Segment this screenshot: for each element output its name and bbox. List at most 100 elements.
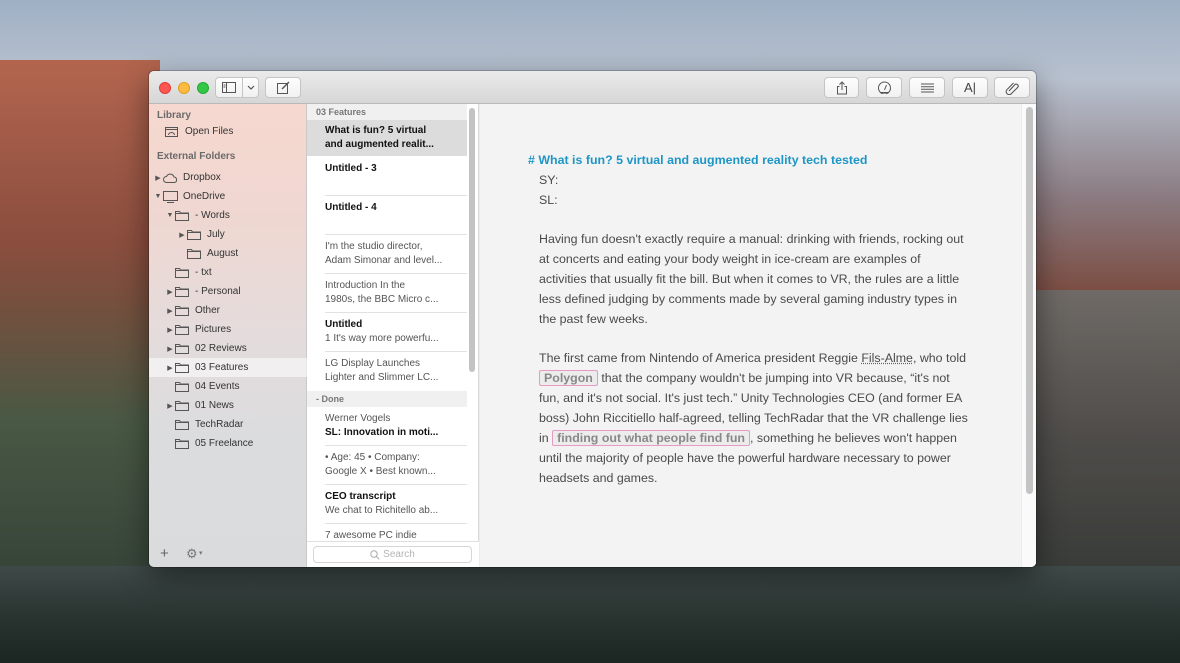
note-title: Untitled - 3 — [325, 163, 377, 174]
disclosure-collapsed-icon[interactable]: ▶ — [165, 288, 175, 296]
zoom-button[interactable] — [197, 82, 209, 94]
note-list-item[interactable]: CEO transcript We chat to Richitello ab.… — [307, 484, 467, 523]
link-polygon[interactable]: Polygon — [539, 370, 598, 386]
note-list-item[interactable]: What is fun? 5 virtual and augmented rea… — [307, 120, 467, 156]
add-folder-button[interactable]: + — [160, 545, 169, 562]
note-list-item[interactable]: Introduction In the 1980s, the BBC Micro… — [307, 273, 467, 312]
sidebar-menu-button[interactable] — [242, 77, 259, 98]
library-heading: Library — [157, 110, 191, 121]
sidebar-folder-pictures[interactable]: ▶ Pictures — [149, 320, 307, 339]
sidebar-folder-04-events[interactable]: 04 Events — [149, 377, 307, 396]
note-title: CEO transcript — [325, 491, 396, 502]
cloud-icon — [163, 172, 179, 184]
sidebar-item-label: TechRadar — [195, 419, 244, 430]
share-button[interactable] — [824, 77, 859, 98]
disclosure-collapsed-icon[interactable]: ▶ — [165, 364, 175, 372]
minimize-button[interactable] — [178, 82, 190, 94]
note-title: What is fun? 5 virtual — [325, 125, 427, 136]
paragraph-1: Having fun doesn't exactly require a man… — [539, 232, 964, 326]
sidebar-folder-august[interactable]: August — [149, 244, 307, 263]
note-list-item[interactable]: Untitled 1 It's way more powerfu... — [307, 312, 467, 351]
sidebar-folder-personal[interactable]: ▶ - Personal — [149, 282, 307, 301]
sidebar-folder-other[interactable]: ▶ Other — [149, 301, 307, 320]
sidebar-folder-txt[interactable]: - txt — [149, 263, 307, 282]
markup-button[interactable]: A| — [952, 77, 988, 98]
note-list-item[interactable]: Untitled - 3 — [307, 156, 467, 195]
sidebar-folder-words[interactable]: ▼ - Words — [149, 206, 307, 225]
sidebar-folder-onedrive[interactable]: ▼ OneDrive — [149, 187, 307, 206]
note-snippet: Lighter and Slimmer LC... — [325, 372, 439, 383]
editor-text[interactable]: # What is fun? 5 virtual and augmented r… — [528, 150, 968, 488]
text-run: , who told — [912, 351, 966, 365]
sidebar-item-label: Other — [195, 305, 221, 316]
folder-icon — [175, 400, 191, 412]
folder-icon — [175, 210, 191, 222]
sidebar-folder-03-features[interactable]: ▶ 03 Features — [149, 358, 307, 377]
gear-icon[interactable]: ⚙ — [186, 546, 198, 562]
disclosure-collapsed-icon[interactable]: ▶ — [165, 402, 175, 410]
sidebar-folder-techradar[interactable]: TechRadar — [149, 415, 307, 434]
misspelled-word[interactable]: Fils-Alme — [861, 351, 913, 365]
compose-icon — [276, 81, 289, 94]
sidebar-toggle-button[interactable] — [215, 77, 243, 98]
note-list: 03 Features What is fun? 5 virtual and a… — [307, 104, 479, 567]
sl-line: SL: — [539, 193, 558, 207]
sidebar-item-label: 05 Freelance — [195, 438, 254, 449]
external-folders-heading: External Folders — [157, 151, 236, 162]
sidebar-folder-05-freelance[interactable]: 05 Freelance — [149, 434, 307, 453]
disclosure-collapsed-icon[interactable]: ▶ — [165, 307, 175, 315]
note-title: and augmented realit... — [325, 139, 434, 150]
disclosure-collapsed-icon[interactable]: ▶ — [153, 174, 163, 182]
table-of-contents-button[interactable] — [909, 77, 945, 98]
sidebar-folder-01-news[interactable]: ▶ 01 News — [149, 396, 307, 415]
disclosure-collapsed-icon[interactable]: ▶ — [177, 231, 187, 239]
disclosure-collapsed-icon[interactable]: ▶ — [165, 345, 175, 353]
note-snippet: 1980s, the BBC Micro c... — [325, 294, 439, 305]
note-group-header: 03 Features — [307, 104, 467, 120]
close-button[interactable] — [159, 82, 171, 94]
editor[interactable]: # What is fun? 5 virtual and augmented r… — [480, 104, 1036, 567]
disclosure-collapsed-icon[interactable]: ▶ — [165, 326, 175, 334]
sidebar-item-label: 04 Events — [195, 381, 240, 392]
note-list-item[interactable]: • Age: 45 • Company: Google X • Best kno… — [307, 445, 467, 484]
sidebar: Library Open Files External Folders ▶ Dro… — [149, 104, 307, 567]
document-heading: # What is fun? 5 virtual and augmented r… — [528, 153, 868, 167]
note-list-scrollbar[interactable] — [469, 108, 475, 372]
note-list-item[interactable]: Untitled - 4 — [307, 195, 467, 234]
new-note-button[interactable] — [265, 77, 301, 98]
gauge-icon — [877, 81, 891, 94]
sidebar-folder-dropbox[interactable]: ▶ Dropbox — [149, 168, 307, 187]
note-list-item[interactable]: I'm the studio director, Adam Simonar an… — [307, 234, 467, 273]
sidebar-folder-02-reviews[interactable]: ▶ 02 Reviews — [149, 339, 307, 358]
sidebar-item-open-files[interactable]: Open Files — [149, 122, 307, 141]
search-input[interactable]: Search — [313, 546, 472, 563]
search-bar: Search — [307, 541, 479, 567]
note-snippet: Google X • Best known... — [325, 466, 436, 477]
folder-icon — [175, 419, 191, 431]
sidebar-item-label: Pictures — [195, 324, 232, 335]
folder-icon — [175, 267, 191, 279]
paperclip-icon — [1005, 82, 1019, 95]
folder-icon — [175, 381, 191, 393]
sidebar-item-label: Open Files — [185, 126, 234, 137]
attachments-button[interactable] — [994, 77, 1030, 98]
disclosure-expanded-icon[interactable]: ▼ — [165, 212, 175, 219]
link-finding-out[interactable]: finding out what people find fun — [552, 430, 750, 446]
sidebar-item-label: Dropbox — [183, 172, 221, 183]
folder-icon — [187, 229, 203, 241]
share-icon — [836, 80, 847, 94]
chevron-down-icon[interactable]: ▾ — [199, 549, 203, 557]
sidebar-folder-july[interactable]: ▶ July — [149, 225, 307, 244]
disclosure-expanded-icon[interactable]: ▼ — [153, 193, 163, 200]
editor-scrollbar[interactable] — [1026, 107, 1033, 494]
sidebar-icon — [222, 82, 236, 93]
sidebar-item-label: OneDrive — [183, 191, 226, 202]
sidebar-item-label: - Personal — [195, 286, 241, 297]
statistics-button[interactable] — [866, 77, 902, 98]
sidebar-item-label: 03 Features — [195, 362, 249, 373]
note-title: SL: Innovation in moti... — [325, 427, 439, 438]
note-list-item[interactable]: LG Display Launches Lighter and Slimmer … — [307, 351, 467, 390]
note-list-item[interactable]: Werner Vogels SL: Innovation in moti... — [307, 407, 467, 446]
sidebar-item-label: 02 Reviews — [195, 343, 247, 354]
chevron-down-icon — [247, 85, 254, 90]
